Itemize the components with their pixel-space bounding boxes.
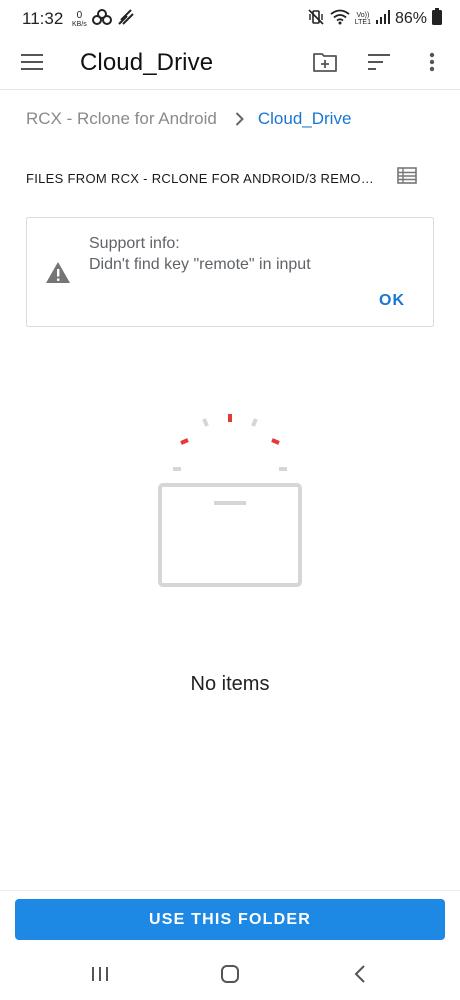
new-folder-button[interactable] [305,44,345,84]
wifi-icon [330,9,350,30]
network-type-indicator: Vo)) LTE1 [355,12,371,26]
sort-icon [368,53,390,75]
view-toggle-button[interactable] [392,164,422,192]
bottom-divider [0,890,460,891]
data-speed-unit: KB/s [72,20,87,28]
home-icon [220,964,240,989]
recent-apps-icon [91,966,109,987]
recent-apps-button[interactable] [80,960,120,992]
back-button[interactable] [340,960,380,992]
support-info-card: Support info: Didn't find key "remote" i… [26,217,434,327]
home-button[interactable] [210,960,250,992]
app-bar: Cloud_Drive [0,38,460,90]
list-view-icon [397,167,417,189]
new-folder-icon [313,52,337,77]
app-title: Cloud_Drive [80,49,214,76]
support-info-message: Didn't find key "remote" in input [89,256,311,273]
illustration-dash [271,438,280,445]
support-info-title: Support info: [89,235,180,252]
menu-icon [21,53,43,75]
battery-percent: 86% [394,10,427,27]
section-header: FILES FROM RCX - RCLONE FOR ANDROID/3 RE… [26,167,426,190]
sort-button[interactable] [359,44,399,84]
signal-icon [375,9,390,30]
system-nav-bar [0,952,460,1000]
menu-button[interactable] [12,44,52,84]
more-vert-icon [429,52,435,77]
data-speed-value: 0 [76,9,83,21]
network-label-top: Vo)) [356,12,370,19]
more-options-button[interactable] [412,44,452,84]
illustration-dash [251,418,258,427]
breadcrumb-root[interactable]: RCX - Rclone for Android [26,109,217,129]
use-this-folder-label: USE THIS FOLDER [148,910,311,928]
ok-button[interactable]: OK [379,292,405,310]
chevron-right-icon [235,112,244,126]
sync-app-icon [91,8,112,31]
breadcrumb-current[interactable]: Cloud_Drive [258,109,352,129]
illustration-dash [180,438,189,445]
status-right-icons: Vo)) LTE1 86% [307,8,442,30]
battery-icon [432,8,442,30]
illustration-box [158,483,302,587]
empty-folder-illustration [150,405,310,595]
warning-icon [45,261,71,285]
network-label-bottom: LTE1 [354,19,371,26]
section-title: FILES FROM RCX - RCLONE FOR ANDROID/3 RE… [26,171,376,186]
use-this-folder-button[interactable]: USE THIS FOLDER [15,899,445,940]
breadcrumb: RCX - Rclone for Android Cloud_Drive [26,108,351,130]
empty-state-text: No items [190,673,270,695]
feather-app-icon [117,8,135,31]
vibrate-mute-icon [307,8,325,31]
data-speed-indicator: 0 KB/s [72,9,87,28]
status-time: 11:32 [22,9,64,28]
illustration-dash [202,418,209,427]
status-left-icons: 0 KB/s [72,8,135,30]
back-icon [354,964,366,988]
status-bar: 11:32 0 KB/s Vo)) LTE1 86% [0,0,460,38]
